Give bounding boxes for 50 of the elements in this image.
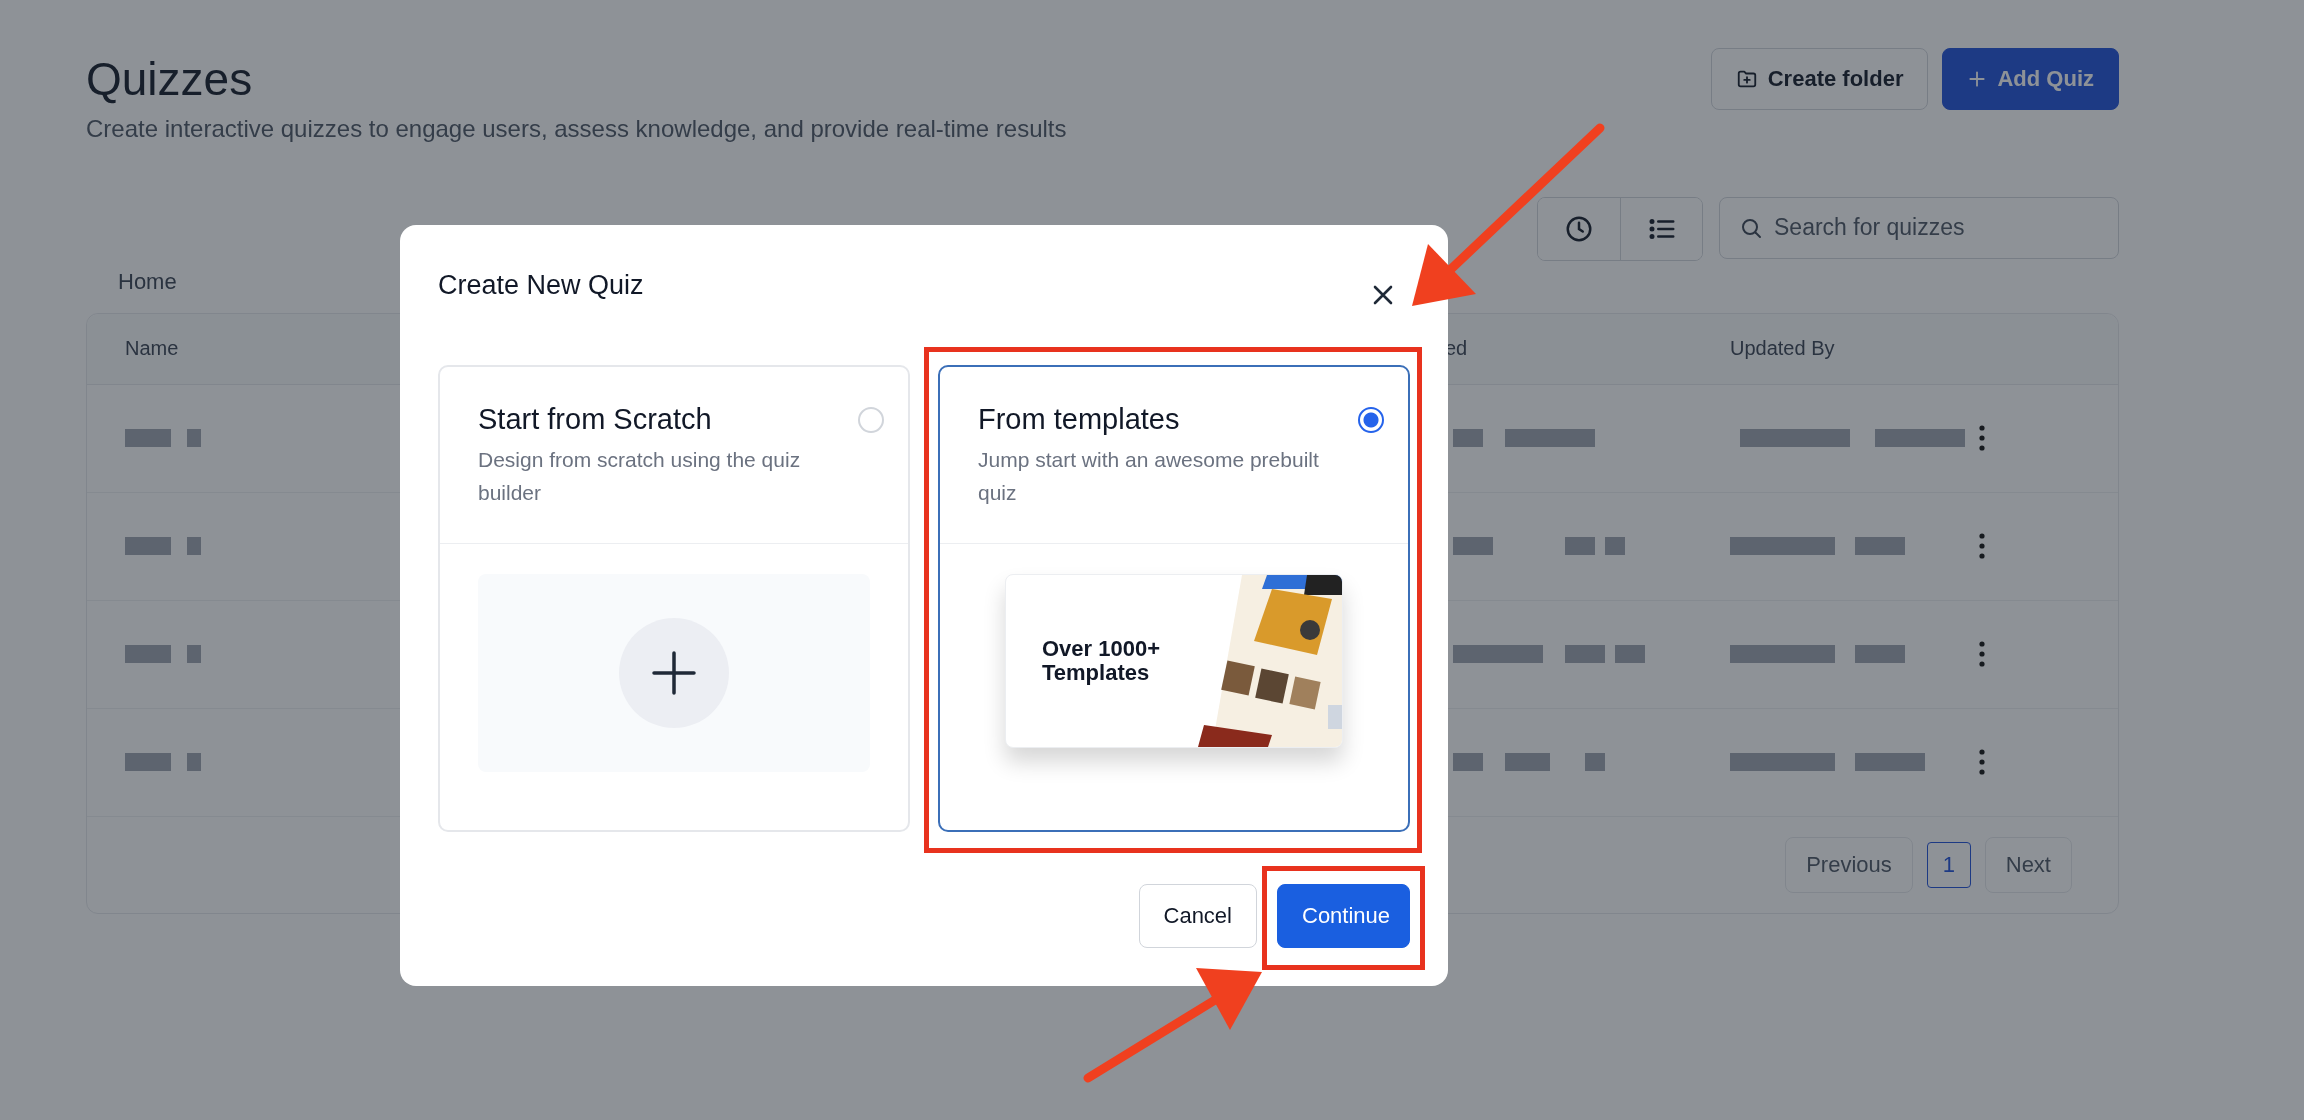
blurred-text [187, 753, 201, 772]
blurred-text [1453, 753, 1483, 772]
blurred-text [1855, 537, 1905, 556]
blurred-text [1855, 753, 1925, 772]
option-description: Design from scratch using the quiz builder [478, 447, 802, 506]
blurred-text [125, 429, 171, 448]
breadcrumb-link[interactable]: Home [118, 268, 177, 294]
blurred-text [1585, 753, 1605, 772]
page-title: Quizzes [86, 54, 254, 105]
continue-button[interactable]: Continue [1277, 884, 1410, 948]
radio-button[interactable] [1358, 407, 1384, 433]
blurred-text [1855, 645, 1905, 664]
create-folder-button[interactable]: Create folder [1710, 48, 1929, 110]
option-title: Start from Scratch [478, 403, 713, 436]
next-page-button[interactable]: Next [1984, 836, 2072, 893]
column-header: Name [125, 337, 180, 361]
more-options-icon[interactable] [1978, 425, 1986, 452]
blurred-text [1453, 429, 1483, 448]
blurred-text [187, 645, 201, 664]
option-description: Jump start with an awesome prebuilt quiz [978, 447, 1320, 506]
preview-text: Over 1000+ Templates [1042, 636, 1162, 686]
add-quiz-button[interactable]: Add Quiz [1942, 48, 2119, 110]
option-title: From templates [978, 403, 1181, 436]
more-options-icon[interactable] [1978, 749, 1986, 776]
dialog-title: Create New Quiz [438, 269, 644, 301]
blurred-text [1615, 645, 1645, 664]
blurred-text [1505, 753, 1550, 772]
blurred-text [125, 537, 171, 556]
page-number-button[interactable]: 1 [1926, 841, 1971, 888]
blurred-text [187, 537, 201, 556]
blurred-text [1453, 537, 1493, 556]
search-field[interactable]: Search for quizzes [1719, 196, 2119, 259]
blurred-text [1565, 537, 1595, 556]
page-subtitle: Create interactive quizzes to engage users, assess knowledge, and provide real-time results [86, 114, 1067, 143]
blurred-text [125, 645, 171, 664]
option-card[interactable]: From templates Jump start with an awesome prebuilt quiz Over 1000+ Templates [938, 365, 1410, 832]
option-card[interactable]: Start from Scratch Design from scratch using the quiz builder [438, 365, 910, 832]
blurred-text [125, 753, 171, 772]
previous-page-button[interactable]: Previous [1785, 836, 1913, 893]
plus-circle-icon[interactable] [619, 618, 729, 728]
cancel-button[interactable]: Cancel [1138, 884, 1257, 948]
column-header: Updated By [1730, 337, 1836, 361]
more-options-icon[interactable] [1978, 641, 1986, 668]
blurred-text [1605, 537, 1625, 556]
blurred-text [187, 429, 201, 448]
blurred-text [1565, 645, 1605, 664]
list-view-button[interactable] [1620, 197, 1702, 260]
folder-plus-icon [1735, 68, 1758, 90]
close-icon[interactable] [1372, 284, 1394, 306]
more-options-icon[interactable] [1978, 533, 1986, 560]
